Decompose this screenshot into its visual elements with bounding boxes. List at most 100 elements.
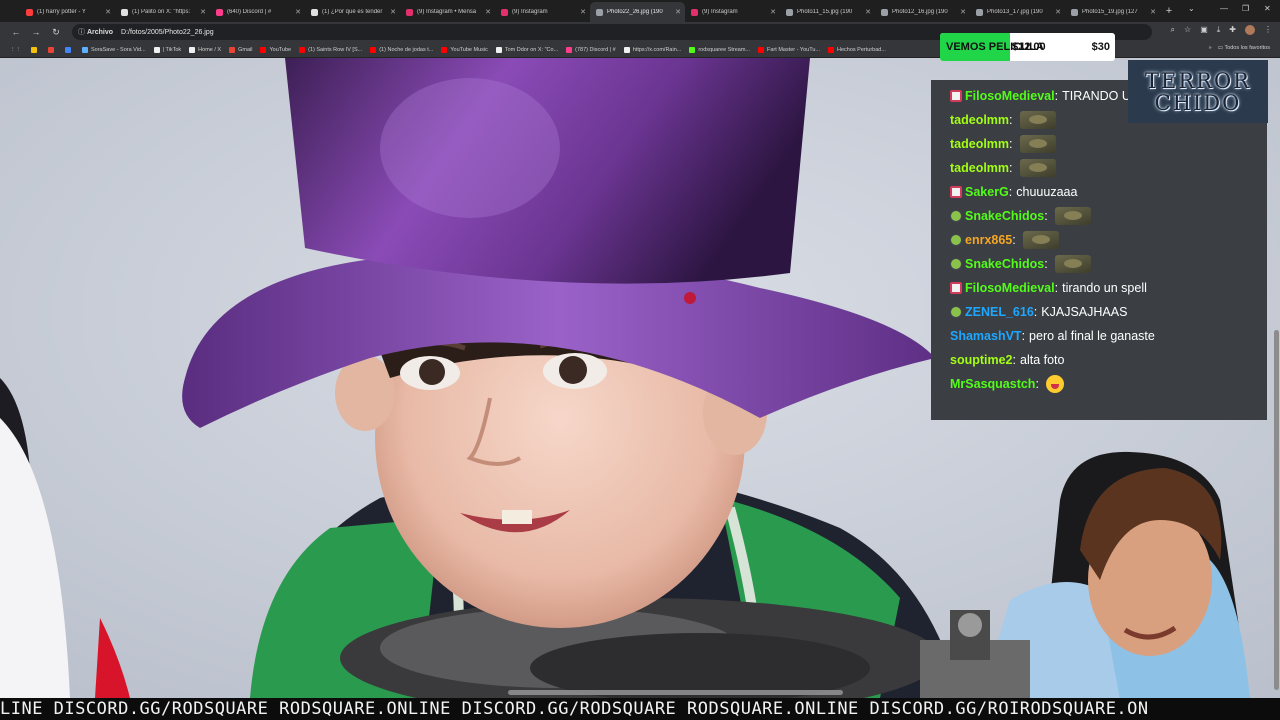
chat-username[interactable]: souptime2 [950,353,1013,367]
tab-search-icon[interactable]: ⌄ [1188,4,1195,13]
tab-close-icon[interactable]: ✕ [675,8,681,16]
tab-close-icon[interactable]: ✕ [1150,8,1156,16]
apps-icon[interactable]: ⋮⋮ [6,47,25,53]
browser-tab[interactable]: (1) ¿Por qué es tender ✕ [305,2,400,22]
bookmark-item[interactable]: Gmail [225,46,256,53]
browser-tab[interactable]: Photo15_19.jpg (127 ✕ [1065,2,1160,22]
tab-favicon-icon [406,8,413,16]
browser-tab[interactable]: (1) Palito on X: "https: ✕ [115,2,210,22]
chat-username[interactable]: FilosoMedieval [965,89,1055,103]
chat-username[interactable]: tadeolmm [950,161,1009,175]
subscriber-badge-icon [950,282,962,294]
stream-chat: FilosoMedieval: TIRANDO Utadeolmm: tadeolm… [931,80,1267,420]
chat-colon: : [1012,353,1016,367]
maximize-icon[interactable]: ❐ [1242,4,1249,13]
tab-close-icon[interactable]: ✕ [105,8,111,16]
bookmark-item[interactable]: YouTube [256,46,295,53]
puzzle-icon[interactable]: ✚ [1229,25,1236,35]
minimize-icon[interactable]: — [1220,4,1228,13]
browser-tab[interactable]: (640) Discord | # ✕ [210,2,305,22]
tab-close-icon[interactable]: ✕ [200,8,206,16]
folder-icon: ▭ [1217,45,1223,51]
tab-close-icon[interactable]: ✕ [295,8,301,16]
browser-tab[interactable]: (9) Instagram ✕ [495,2,590,22]
frog-emote-icon [1022,231,1059,249]
tab-title: Photo22_26.jpg (190 [607,9,663,15]
bookmark-item[interactable]: rodsquaree Stream... [685,46,754,53]
smile-badge-icon [950,258,962,270]
chat-username[interactable]: enrx865 [965,233,1012,247]
browser-tab[interactable]: (1) harry potter - Y ✕ [20,2,115,22]
bookmark-favicon-icon [370,46,377,53]
bookmark-item[interactable]: (1) Noche de jodas t... [366,46,437,53]
all-bookmarks-link[interactable]: » ▭ Todos los favoritos [1209,45,1270,51]
bookmark-item[interactable]: Fart Master - YouTu... [754,46,824,53]
tab-close-icon[interactable]: ✕ [960,8,966,16]
browser-tab[interactable]: (9) Instagram • Mensa ✕ [400,2,495,22]
file-info-chip[interactable]: ⓘ Archivo [78,27,113,37]
bookmark-item[interactable]: (1) Saints Row IV [S... [295,46,366,53]
bookmark-item[interactable]: | TikTok [150,46,186,53]
bookmark-label: Tom Ddor on X: "Co... [504,46,559,53]
tab-favicon-icon [596,8,603,16]
chat-colon: : [1035,377,1039,391]
zoom-icon[interactable]: ⌕ [1171,25,1175,35]
chat-username[interactable]: MrSasquastch [950,377,1035,391]
more-bookmarks-icon[interactable]: » [1209,45,1212,51]
reload-icon[interactable]: ↻ [46,27,66,38]
tab-close-icon[interactable]: ✕ [865,8,871,16]
tab-close-icon[interactable]: ✕ [390,8,396,16]
bookmark-label: rodsquaree Stream... [698,46,751,53]
smile-badge-icon [950,306,962,318]
bookmark-item[interactable]: Hechos Perturbad... [824,46,890,53]
new-tab-button[interactable]: + [1160,2,1178,22]
browser-tab[interactable]: Photo11_15.jpg (190 ✕ [780,2,875,22]
bookmark-item[interactable]: https://x.com/Rain... [620,46,686,53]
bookmark-item[interactable]: (787) Discord | # [562,46,620,53]
tab-title: Photo12_16.jpg (190 [892,9,948,15]
chat-username[interactable]: SnakeChidos [965,209,1044,223]
browser-tab[interactable]: Photo12_16.jpg (190 ✕ [875,2,970,22]
bookmark-item[interactable]: Tom Ddor on X: "Co... [492,46,562,53]
vertical-scrollbar[interactable] [1274,330,1279,690]
bookmark-item[interactable] [27,46,44,53]
smile-badge-icon [950,210,962,222]
tab-favicon-icon [881,8,888,16]
browser-tab[interactable]: Photo13_17.jpg (190 ✕ [970,2,1065,22]
chat-message: ShamashVT: pero al final le ganaste [950,324,1267,348]
download-icon[interactable]: ⤓ [1217,25,1221,35]
chat-username[interactable]: ShamashVT [950,329,1022,343]
profile-avatar[interactable] [1245,25,1255,35]
close-window-icon[interactable]: ✕ [1264,4,1271,13]
forward-icon[interactable]: → [26,27,46,37]
all-bookmarks-label: Todos los favoritos [1224,45,1270,51]
horizontal-scrollbar[interactable] [508,690,843,695]
back-icon[interactable]: ← [6,27,26,37]
chat-username[interactable]: ZENEL_616 [965,305,1034,319]
chat-username[interactable]: SakerG [965,185,1009,199]
tab-close-icon[interactable]: ✕ [770,8,776,16]
tab-close-icon[interactable]: ✕ [580,8,586,16]
tab-favicon-icon [691,8,698,16]
chat-username[interactable]: FilosoMedieval [965,281,1055,295]
bookmark-star-icon[interactable]: ☆ [1184,25,1191,35]
bookmark-item[interactable]: SoraSave - Sora Vid... [78,46,150,53]
chat-username[interactable]: SnakeChidos [965,257,1044,271]
bookmark-label: Fart Master - YouTu... [767,46,820,53]
bookmark-item[interactable]: Home / X [185,46,225,53]
bookmark-item[interactable]: YouTube Music [437,46,492,53]
chat-username[interactable]: tadeolmm [950,113,1009,127]
extension-icon[interactable]: ▣ [1200,25,1208,35]
browser-tab[interactable]: Photo22_26.jpg (190 ✕ [590,2,685,22]
chat-username[interactable]: tadeolmm [950,137,1009,151]
chat-message: MrSasquastch: [950,372,1267,396]
bookmark-item[interactable] [61,46,78,53]
browser-tab[interactable]: (9) Instagram ✕ [685,2,780,22]
tab-title: (1) harry potter - Y [37,9,86,15]
menu-icon[interactable]: ⋮ [1264,25,1272,35]
smile-badge-icon [950,234,962,246]
tab-close-icon[interactable]: ✕ [485,8,491,16]
bookmark-item[interactable] [44,46,61,53]
bookmark-favicon-icon [566,46,573,53]
tab-close-icon[interactable]: ✕ [1055,8,1061,16]
